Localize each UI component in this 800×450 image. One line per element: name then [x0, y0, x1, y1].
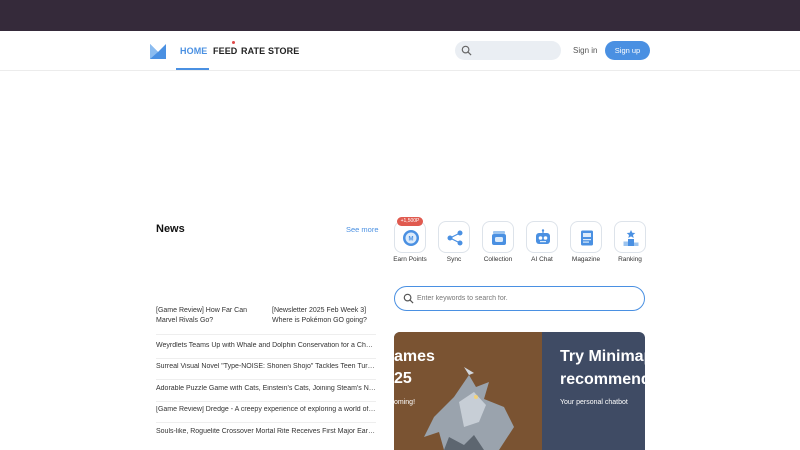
- chatbot-promo-title: Try Minimap: [560, 348, 645, 365]
- search-icon: [403, 293, 414, 304]
- quick-link-label: Magazine: [571, 256, 601, 263]
- svg-text:M: M: [409, 237, 414, 243]
- divider: [156, 358, 376, 359]
- sign-in-link[interactable]: Sign in: [573, 46, 597, 55]
- news-list-item[interactable]: Adorable Puzzle Game with Cats, Einstein…: [156, 385, 376, 392]
- promo-banner-carousel[interactable]: ames 25 oming! Try Minimap recommenda Yo…: [394, 332, 645, 450]
- news-list-item[interactable]: [Game Review] Dredge - A creepy experien…: [156, 406, 376, 413]
- sign-up-button[interactable]: Sign up: [605, 41, 650, 60]
- nav-home-link[interactable]: HOME: [180, 46, 207, 56]
- promo-title-line: 25: [394, 370, 412, 387]
- news-list-item[interactable]: Surreal Visual Novel "Type-NOISE: Shonen…: [156, 363, 376, 370]
- magazine-icon: [581, 230, 593, 246]
- news-list-item[interactable]: Weyrdlets Teams Up with Whale and Dolphi…: [156, 342, 376, 349]
- chatbot-promo-subtitle: Your personal chatbot: [560, 399, 628, 406]
- points-icon: M: [403, 230, 419, 246]
- points-badge: +1,500P: [397, 217, 423, 226]
- monster-artwork: [424, 367, 514, 450]
- magazine-button[interactable]: [570, 221, 602, 253]
- header-search-input[interactable]: [455, 41, 561, 60]
- quick-link-label: Collection: [483, 256, 513, 263]
- news-list-item[interactable]: Souls-like, Roguelite Crossover Mortal R…: [156, 428, 376, 435]
- ranking-button[interactable]: [614, 221, 646, 253]
- search-icon: [461, 45, 472, 56]
- quick-link-label: AI Chat: [531, 256, 553, 263]
- nav-feed-link[interactable]: FEED: [213, 46, 237, 56]
- featured-news-item[interactable]: [Game Review] How Far Can Marvel Rivals …: [156, 306, 266, 326]
- main-navbar: HOME FEED RATE STORE Sign in Sign up: [0, 31, 800, 71]
- nav-rate-link[interactable]: RATE: [241, 46, 265, 56]
- collection-button[interactable]: [482, 221, 514, 253]
- divider: [156, 334, 376, 335]
- ai-chat-button[interactable]: [526, 221, 558, 253]
- ranking-icon: [623, 230, 639, 246]
- keyword-search-box: [394, 286, 645, 311]
- news-see-more-link[interactable]: See more: [346, 225, 379, 234]
- site-logo[interactable]: [150, 43, 166, 59]
- top-dark-bar: [0, 0, 800, 31]
- divider: [156, 401, 376, 402]
- keyword-search-input[interactable]: [417, 291, 637, 306]
- divider: [156, 422, 376, 423]
- divider: [156, 379, 376, 380]
- sync-button[interactable]: [438, 221, 470, 253]
- promo-title-line: ames: [394, 348, 435, 365]
- quick-link-label: Sync: [446, 256, 462, 263]
- news-heading: News: [156, 223, 185, 235]
- active-tab-underline: [176, 68, 209, 70]
- collection-icon: [492, 231, 506, 245]
- chatbot-promo-title: recommenda: [560, 371, 645, 388]
- promo-subtitle: oming!: [394, 399, 416, 406]
- quick-link-label: Earn Points: [393, 256, 427, 263]
- quick-link-label: Ranking: [618, 256, 642, 263]
- sync-icon: [447, 230, 463, 246]
- robot-icon: [536, 229, 550, 244]
- featured-news-item[interactable]: [Newsletter 2025 Feb Week 3] Where is Po…: [272, 306, 382, 326]
- game-promo-slide[interactable]: ames 25 oming!: [394, 332, 542, 450]
- feed-notification-dot: [232, 41, 235, 44]
- nav-store-link[interactable]: STORE: [268, 46, 299, 56]
